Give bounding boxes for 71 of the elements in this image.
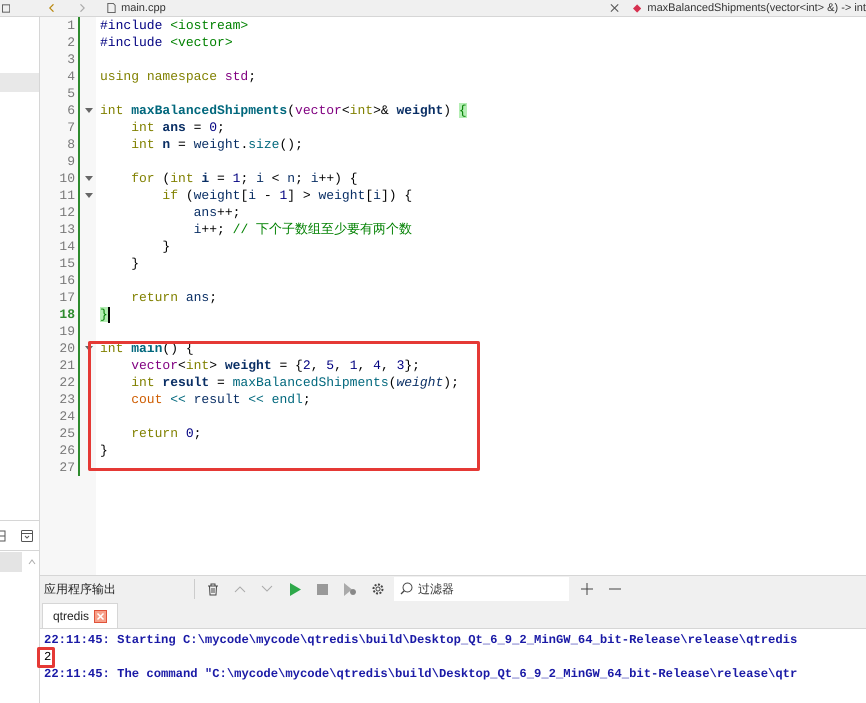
- settings-icon[interactable]: [371, 582, 385, 596]
- run-icon[interactable]: [290, 582, 301, 596]
- code-line: return 0;: [130, 425, 202, 442]
- split-icon[interactable]: [0, 530, 6, 542]
- filter-field[interactable]: 过滤器: [394, 577, 569, 601]
- line-number: 20: [58, 340, 75, 358]
- window-icon[interactable]: [2, 4, 10, 12]
- output-line: 22:11:45: Starting C:\mycode\mycode\qtredis\build\Desktop_Qt_6_9_2_MinGW_64_bit-Release\release\qtredis: [44, 632, 798, 649]
- line-number: 5: [66, 84, 75, 103]
- code-line: cout << result << endl;: [130, 391, 311, 408]
- code-line: #include <iostream>: [100, 17, 248, 34]
- line-number: 13: [58, 220, 75, 239]
- line-number: 27: [58, 458, 75, 477]
- code-line: }: [130, 255, 140, 272]
- annotation-box: [37, 647, 55, 668]
- line-number: 4: [66, 68, 75, 86]
- collapse-box-icon[interactable]: [21, 530, 33, 542]
- line-number: 14: [58, 238, 75, 256]
- code-line: i++; // 下个子数组至少要有两个数: [192, 221, 412, 238]
- code-line: }: [100, 442, 108, 459]
- line-number: 8: [66, 136, 75, 154]
- line-number: 2: [66, 34, 75, 52]
- line-number: 15: [58, 254, 75, 273]
- line-number: 17: [58, 288, 75, 307]
- file-tab[interactable]: main.cpp: [121, 0, 596, 16]
- line-number: 1: [66, 16, 75, 35]
- output-line: 2: [44, 649, 52, 666]
- line-number: 9: [66, 152, 75, 171]
- pane-title: 应用程序输出: [44, 581, 117, 598]
- close-icon[interactable]: [94, 610, 108, 622]
- line-number: 25: [58, 424, 75, 443]
- output-line: 22:11:45: The command "C:\mycode\mycode\qtredis\build\Desktop_Qt_6_9_2_MinGW_64_bit-Release\release\qtr: [44, 666, 798, 683]
- line-number: 16: [58, 272, 75, 290]
- function-symbol-icon: [633, 4, 642, 12]
- line-number: 23: [58, 390, 75, 409]
- line-number: 6: [66, 102, 75, 120]
- line-number: 11: [58, 186, 75, 205]
- line-number: 24: [58, 408, 75, 426]
- close-icon[interactable]: [610, 3, 620, 13]
- line-number: 22: [58, 374, 75, 392]
- code-line: ans++;: [192, 204, 240, 221]
- line-number: 21: [58, 356, 75, 375]
- code-line: int result = maxBalancedShipments(weight);: [130, 374, 459, 391]
- plus-icon[interactable]: [581, 583, 593, 595]
- fold-arrow-icon[interactable]: [85, 193, 93, 198]
- code-line: for (int i = 1; i < n; i++) {: [130, 170, 358, 187]
- code-line: int ans = 0;: [130, 119, 225, 136]
- output-tab[interactable]: qtredis: [42, 603, 118, 628]
- code-line: int n = weight.size();: [130, 136, 303, 153]
- line-number: 18: [58, 306, 75, 324]
- code-line: if (weight[i - 1] > weight[i]) {: [161, 187, 412, 204]
- debug-icon[interactable]: [344, 582, 356, 596]
- code-line: int maxBalancedShipments(vector<int>& weight) {: [100, 102, 467, 119]
- line-number: 19: [58, 322, 75, 341]
- line-number: 7: [66, 118, 75, 137]
- line-number: 10: [58, 170, 75, 188]
- code-line: #include <vector>: [100, 34, 233, 51]
- fold-arrow-icon[interactable]: [85, 108, 93, 113]
- trash-icon[interactable]: [207, 582, 219, 596]
- code-line: using namespace std;: [100, 68, 256, 85]
- fold-arrow-icon[interactable]: [85, 176, 93, 181]
- symbol-dropdown[interactable]: maxBalancedShipments(vector<int> &) -> int: [647, 0, 866, 16]
- line-number: 12: [58, 204, 75, 222]
- code-line: vector<int> weight = {2, 5, 1, 4, 3};: [130, 357, 420, 374]
- line-number: 3: [66, 50, 75, 69]
- text-cursor: [108, 306, 110, 322]
- line-number: 26: [58, 442, 75, 460]
- file-icon[interactable]: [106, 2, 118, 14]
- code-line: return ans;: [130, 289, 218, 306]
- search-icon: [400, 582, 413, 595]
- code-line: }: [161, 238, 170, 255]
